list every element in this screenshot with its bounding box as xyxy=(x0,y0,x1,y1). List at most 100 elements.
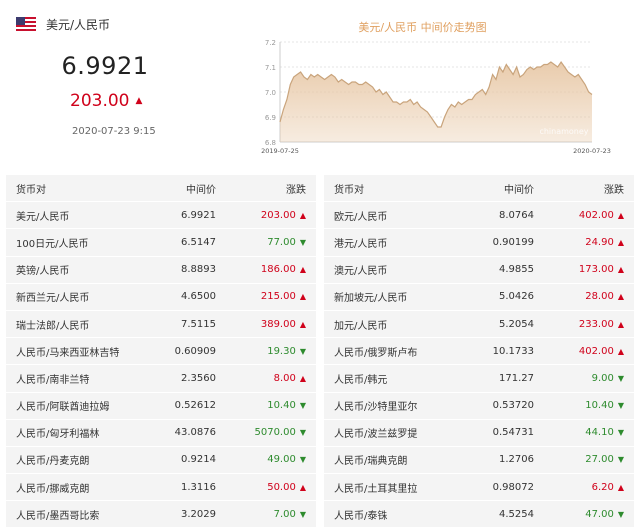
currency-pair[interactable]: 100日元/人民币 xyxy=(6,235,146,250)
trend-chart: 7.2 7.1 7.0 6.9 6.82019-07-25 2020-07-23 china… xyxy=(261,39,611,155)
change-value: 44.10 xyxy=(585,427,614,439)
currency-pair[interactable]: 人民币/土耳其里拉 xyxy=(324,480,464,495)
change-value: 5070.00 xyxy=(254,427,296,439)
currency-pair[interactable]: 澳元/人民币 xyxy=(324,262,464,277)
table-row[interactable]: 100日元/人民币 6.5147 77.00 ▼ xyxy=(6,229,316,257)
change-value: 203.00 xyxy=(260,209,296,221)
x-start-label: 2019-07-25 xyxy=(261,147,299,155)
change-value: 389.00 xyxy=(260,318,296,330)
rate-change-cell: 10.40 ▼ xyxy=(534,400,632,411)
table-row[interactable]: 人民币/马来西亚林吉特 0.60909 19.30 ▼ xyxy=(6,338,316,366)
currency-pair[interactable]: 新加坡元/人民币 xyxy=(324,289,464,304)
currency-pair[interactable]: 人民币/挪威克朗 xyxy=(6,480,146,495)
mid-rate: 4.6500 xyxy=(181,291,216,303)
change-value: 8.00 xyxy=(273,372,296,384)
currency-pair[interactable]: 加元/人民币 xyxy=(324,317,464,332)
table-row[interactable]: 新西兰元/人民币 4.6500 215.00 ▲ xyxy=(6,283,316,311)
currency-pair[interactable]: 港元/人民币 xyxy=(324,235,464,250)
down-arrow-icon: ▼ xyxy=(617,428,624,438)
mid-rate: 2.3560 xyxy=(181,372,216,384)
rate-change-cell: 19.30 ▼ xyxy=(216,346,314,357)
rate-change-cell: 7.00 ▼ xyxy=(216,509,314,520)
currency-pair[interactable]: 人民币/泰铢 xyxy=(324,507,464,522)
currency-pair[interactable]: 人民币/匈牙利福林 xyxy=(6,425,146,440)
table-row[interactable]: 新加坡元/人民币 5.0426 28.00 ▲ xyxy=(324,283,634,311)
currency-pair[interactable]: 人民币/马来西亚林吉特 xyxy=(6,344,146,359)
table-row[interactable]: 英镑/人民币 8.8893 186.00 ▲ xyxy=(6,256,316,284)
up-arrow-icon: ▲ xyxy=(135,96,143,106)
up-arrow-icon: ▲ xyxy=(617,346,624,356)
table-row[interactable]: 人民币/匈牙利福林 43.0876 5070.00 ▼ xyxy=(6,419,316,447)
table-row[interactable]: 欧元/人民币 8.0764 402.00 ▲ xyxy=(324,202,634,230)
mid-rate: 0.53720 xyxy=(492,400,534,412)
currency-pair[interactable]: 人民币/波兰兹罗提 xyxy=(324,425,464,440)
change-value: 47.00 xyxy=(585,508,614,520)
down-arrow-icon: ▼ xyxy=(617,509,624,519)
rates-table-left: 货币对 中间价 涨跌 美元/人民币 6.9921 203.00 ▲ 100日元/人民币 6.51… xyxy=(6,175,316,529)
chart-watermark: chinamoney xyxy=(539,127,588,136)
change-value: 7.00 xyxy=(273,508,296,520)
rate-change-cell: 203.00 ▲ xyxy=(216,210,314,221)
table-row[interactable]: 人民币/瑞典克朗 1.2706 27.00 ▼ xyxy=(324,446,634,475)
table-row[interactable]: 人民币/阿联酋迪拉姆 0.52612 10.40 ▼ xyxy=(6,392,316,420)
up-arrow-icon: ▲ xyxy=(617,210,624,220)
table-row[interactable]: 美元/人民币 6.9921 203.00 ▲ xyxy=(6,202,316,230)
currency-pair[interactable]: 新西兰元/人民币 xyxy=(6,289,146,304)
table-row[interactable]: 人民币/南非兰特 2.3560 8.00 ▲ xyxy=(6,365,316,393)
table-row[interactable]: 瑞士法郎/人民币 7.5115 389.00 ▲ xyxy=(6,310,316,339)
mid-rate: 6.5147 xyxy=(181,236,216,248)
up-arrow-icon: ▲ xyxy=(299,292,306,302)
down-arrow-icon: ▼ xyxy=(617,373,624,383)
mid-rate: 8.8893 xyxy=(181,264,216,276)
rate-change-cell: 402.00 ▲ xyxy=(534,346,632,357)
currency-pair[interactable]: 人民币/沙特里亚尔 xyxy=(324,398,464,413)
table-row[interactable]: 人民币/泰铢 4.5254 47.00 ▼ xyxy=(324,501,634,529)
mid-rate: 4.5254 xyxy=(499,508,534,520)
rate-change-cell: 8.00 ▲ xyxy=(216,373,314,384)
mid-rate: 6.9921 xyxy=(181,209,216,221)
table-row[interactable]: 人民币/墨西哥比索 3.2029 7.00 ▼ xyxy=(6,501,316,529)
header-pair: 货币对 xyxy=(16,184,46,196)
table-row[interactable]: 人民币/俄罗斯卢布 10.1733 402.00 ▲ xyxy=(324,338,634,366)
currency-pair[interactable]: 人民币/丹麦克朗 xyxy=(6,452,146,467)
table-row[interactable]: 人民币/丹麦克朗 0.9214 49.00 ▼ xyxy=(6,446,316,475)
rate-change-value: 203.00 xyxy=(70,91,130,111)
table-row[interactable]: 人民币/沙特里亚尔 0.53720 10.40 ▼ xyxy=(324,392,634,420)
change-value: 28.00 xyxy=(585,291,614,303)
down-arrow-icon: ▼ xyxy=(617,401,624,411)
rate-change-cell: 47.00 ▼ xyxy=(534,509,632,520)
rate-change-cell: 173.00 ▲ xyxy=(534,264,632,275)
currency-pair[interactable]: 人民币/韩元 xyxy=(324,371,464,386)
mid-rate: 10.1733 xyxy=(492,345,534,357)
currency-pair[interactable]: 美元/人民币 xyxy=(6,208,146,223)
table-row[interactable]: 人民币/波兰兹罗提 0.54731 44.10 ▼ xyxy=(324,419,634,447)
header-pair: 货币对 xyxy=(334,184,364,196)
rates-table-right: 货币对 中间价 涨跌 欧元/人民币 8.0764 402.00 ▲ 港元/人民币 0.90199… xyxy=(324,175,634,529)
table-row[interactable]: 人民币/挪威克朗 1.3116 50.00 ▲ xyxy=(6,474,316,502)
timestamp: 2020-07-23 9:15 xyxy=(72,126,156,137)
currency-pair[interactable]: 人民币/南非兰特 xyxy=(6,371,146,386)
table-row[interactable]: 加元/人民币 5.2054 233.00 ▲ xyxy=(324,310,634,339)
change-value: 402.00 xyxy=(578,345,614,357)
change-value: 233.00 xyxy=(578,318,614,330)
currency-pair[interactable]: 欧元/人民币 xyxy=(324,208,464,223)
table-row[interactable]: 人民币/土耳其里拉 0.98072 6.20 ▲ xyxy=(324,474,634,502)
rate-change-cell: 44.10 ▼ xyxy=(534,427,632,438)
currency-pair[interactable]: 人民币/阿联酋迪拉姆 xyxy=(6,398,146,413)
table-row[interactable]: 澳元/人民币 4.9855 173.00 ▲ xyxy=(324,256,634,284)
rate-change-cell: 49.00 ▼ xyxy=(216,454,314,465)
down-arrow-icon: ▼ xyxy=(299,428,306,438)
mid-rate: 0.54731 xyxy=(492,427,534,439)
currency-pair[interactable]: 人民币/俄罗斯卢布 xyxy=(324,344,464,359)
currency-pair[interactable]: 英镑/人民币 xyxy=(6,262,146,277)
currency-pair[interactable]: 人民币/墨西哥比索 xyxy=(6,507,146,522)
rate-change-cell: 389.00 ▲ xyxy=(216,319,314,330)
currency-pair[interactable]: 人民币/瑞典克朗 xyxy=(324,452,464,467)
table-row[interactable]: 港元/人民币 0.90199 24.90 ▲ xyxy=(324,229,634,257)
table-row[interactable]: 人民币/韩元 171.27 9.00 ▼ xyxy=(324,365,634,393)
rate-change-cell: 77.00 ▼ xyxy=(216,237,314,248)
currency-pair[interactable]: 瑞士法郎/人民币 xyxy=(6,317,146,332)
header-mid: 中间价 xyxy=(186,184,216,196)
change-value: 9.00 xyxy=(591,372,614,384)
change-value: 19.30 xyxy=(267,345,296,357)
